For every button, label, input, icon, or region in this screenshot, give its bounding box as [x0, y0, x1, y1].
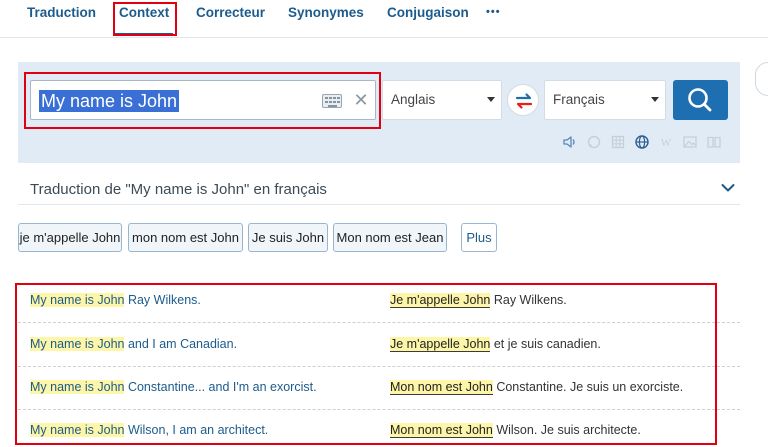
tab-traduction[interactable]: Traduction: [27, 5, 96, 21]
example-row[interactable]: My name is John Constantine... and I'm a…: [18, 367, 740, 410]
keyboard-icon[interactable]: [322, 94, 342, 108]
source-rest: Constantine... and I'm an exorcist.: [124, 380, 317, 394]
suggestion-chip[interactable]: je m'appelle John: [18, 223, 122, 252]
target-match[interactable]: Je m'appelle John: [390, 337, 491, 352]
active-tab-indicator: [113, 33, 173, 36]
swap-icon: [515, 93, 533, 109]
close-icon[interactable]: ✕: [352, 90, 370, 110]
tab-correcteur[interactable]: Correcteur: [196, 5, 265, 21]
swap-languages-button[interactable]: [507, 84, 539, 116]
globe-icon[interactable]: [634, 134, 650, 150]
example-target: Je m'appelle John Ray Wilkens.: [390, 293, 567, 308]
source-match: My name is John: [30, 293, 125, 307]
suggestion-chip[interactable]: Je suis John: [248, 223, 328, 252]
search-input[interactable]: My name is John ✕: [30, 80, 376, 120]
image-icon: [683, 136, 697, 148]
source-language-label: Anglais: [391, 92, 436, 107]
target-language-select[interactable]: Français: [544, 80, 666, 120]
tab-synonymes[interactable]: Synonymes: [288, 5, 364, 21]
example-source: My name is John Wilson, I am an architec…: [30, 423, 268, 437]
chat-icon: [587, 135, 601, 149]
example-row[interactable]: My name is John Ray Wilkens. Je m'appell…: [18, 280, 740, 323]
book-icon: [707, 136, 721, 148]
example-target: Je m'appelle John et je suis canadien.: [390, 337, 601, 352]
target-match[interactable]: Mon nom est John: [390, 380, 493, 395]
side-scroll-button[interactable]: [755, 62, 768, 96]
target-rest: Constantine. Je suis un exorciste.: [492, 380, 684, 394]
more-suggestions-button[interactable]: Plus: [461, 223, 497, 252]
example-source: My name is John Ray Wilkens.: [30, 293, 201, 307]
source-rest: Wilson, I am an architect.: [124, 423, 269, 437]
target-rest: Ray Wilkens.: [490, 293, 567, 307]
grid-icon: [611, 135, 625, 149]
divider: [18, 204, 740, 205]
tab-conjugaison[interactable]: Conjugaison: [387, 5, 469, 21]
speaker-icon[interactable]: [562, 134, 578, 150]
target-match[interactable]: Mon nom est John: [390, 423, 493, 438]
source-match: My name is John: [30, 423, 125, 437]
target-rest: et je suis canadien.: [490, 337, 601, 351]
source-match: My name is John: [30, 337, 125, 351]
more-menu-button[interactable]: •••: [486, 4, 501, 20]
chevron-down-icon[interactable]: [721, 183, 735, 193]
example-target: Mon nom est John Constantine. Je suis un…: [390, 380, 684, 395]
search-icon: [688, 88, 712, 112]
suggestion-chip[interactable]: Mon nom est Jean: [333, 223, 447, 252]
search-input-value[interactable]: My name is John: [39, 90, 180, 112]
wikipedia-icon: W: [661, 137, 672, 149]
search-panel: My name is John ✕ Anglais Français W: [18, 62, 740, 163]
example-row[interactable]: My name is John and I am Canadian. Je m'…: [18, 324, 740, 367]
source-rest: and I am Canadian.: [124, 337, 238, 351]
example-source: My name is John and I am Canadian.: [30, 337, 237, 351]
source-match: My name is John: [30, 380, 125, 394]
source-rest: Ray Wilkens.: [124, 293, 201, 307]
target-match[interactable]: Je m'appelle John: [390, 293, 491, 308]
example-source: My name is John Constantine... and I'm a…: [30, 380, 317, 394]
chevron-down-icon: [651, 97, 659, 102]
source-language-select[interactable]: Anglais: [382, 80, 502, 120]
top-nav: Traduction Context Correcteur Synonymes …: [0, 0, 768, 38]
example-target: Mon nom est John Wilson. Je suis archite…: [390, 423, 641, 438]
suggestion-chip[interactable]: mon nom est John: [128, 223, 243, 252]
example-row[interactable]: My name is John Wilson, I am an architec…: [18, 410, 740, 447]
tools-bar: W: [556, 128, 740, 156]
chevron-down-icon: [487, 97, 495, 102]
target-rest: Wilson. Je suis architecte.: [492, 423, 641, 437]
target-language-label: Français: [553, 92, 605, 107]
translation-header: Traduction de "My name is John" en franç…: [30, 181, 327, 198]
svg-text:W: W: [661, 137, 672, 149]
search-button[interactable]: [673, 80, 728, 120]
tab-context[interactable]: Context: [119, 5, 169, 21]
